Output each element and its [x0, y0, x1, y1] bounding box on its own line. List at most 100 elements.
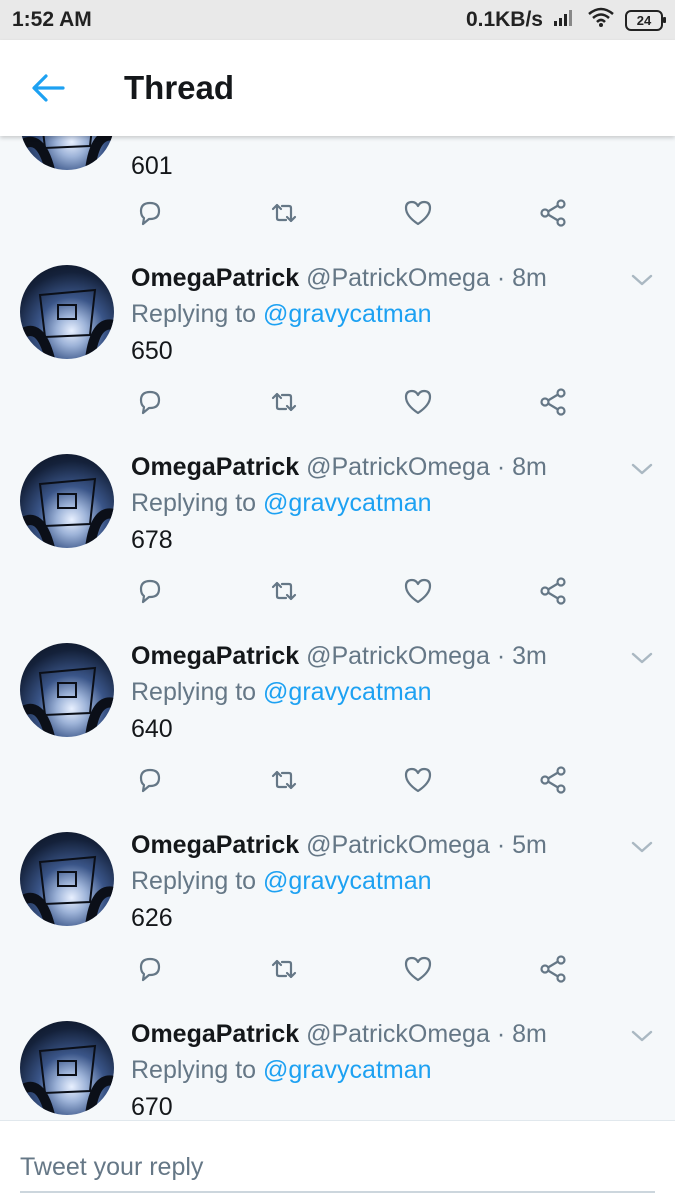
share-icon [540, 577, 566, 605]
wifi-icon [587, 7, 615, 33]
page-title: Thread [124, 69, 235, 106]
display-name[interactable]: OmegaPatrick [131, 831, 299, 859]
chevron-down-icon[interactable] [631, 840, 653, 854]
chevron-down-icon[interactable] [631, 1029, 653, 1043]
avatar[interactable] [20, 643, 114, 737]
display-name[interactable]: OmegaPatrick [131, 264, 299, 292]
like-button[interactable] [401, 196, 435, 230]
share-button[interactable] [536, 952, 570, 986]
signal-icon [553, 7, 577, 33]
tweet-time: 8m [512, 1020, 547, 1048]
avatar[interactable] [20, 265, 114, 359]
avatar[interactable] [20, 832, 114, 926]
status-bar: 1:52 AM 0.1KB/s 24 [0, 0, 675, 40]
separator-dot: · [496, 1020, 506, 1048]
reply-button[interactable] [133, 574, 167, 608]
retweet-button[interactable] [267, 385, 301, 419]
share-button[interactable] [536, 196, 570, 230]
tweet[interactable]: OmegaPatrick @PatrickOmega · 3m Replying… [0, 623, 675, 813]
share-icon [540, 199, 566, 227]
display-name[interactable]: OmegaPatrick [131, 642, 299, 670]
reply-button[interactable] [133, 196, 167, 230]
user-handle[interactable]: @PatrickOmega [306, 1020, 490, 1048]
separator-dot: · [496, 453, 506, 481]
like-button[interactable] [401, 763, 435, 797]
user-handle[interactable]: @PatrickOmega [306, 264, 490, 292]
display-name[interactable]: OmegaPatrick [131, 1020, 299, 1048]
tweet-header: OmegaPatrick @PatrickOmega · 5m [131, 830, 547, 860]
user-handle[interactable]: @PatrickOmega [306, 642, 490, 670]
battery-icon: 24 [625, 9, 666, 31]
retweet-button[interactable] [267, 574, 301, 608]
network-speed: 0.1KB/s [465, 8, 543, 31]
like-button[interactable] [401, 574, 435, 608]
separator-dot: · [496, 831, 506, 859]
retweet-button[interactable] [267, 763, 301, 797]
share-icon [540, 388, 566, 416]
tweet[interactable]: OmegaPatrick @PatrickOmega · 8m Replying… [0, 245, 675, 435]
tweet[interactable]: OmegaPatrick @PatrickOmega · 5m Replying… [0, 812, 675, 1002]
share-icon [540, 955, 566, 983]
reply-icon [139, 768, 161, 793]
mention-link[interactable]: @gravycatman [263, 1056, 432, 1084]
like-button[interactable] [401, 385, 435, 419]
share-button[interactable] [536, 574, 570, 608]
replying-to-prefix: Replying to [131, 867, 257, 895]
status-time: 1:52 AM [12, 8, 92, 31]
separator-dot: · [496, 642, 506, 670]
avatar[interactable] [20, 1021, 114, 1115]
user-handle[interactable]: @PatrickOmega [306, 831, 490, 859]
tweet-actions [131, 574, 571, 614]
tweet-text: 650 [131, 337, 173, 365]
mention-link[interactable]: @gravycatman [263, 867, 432, 895]
mention-link[interactable]: @gravycatman [263, 678, 432, 706]
reply-icon [139, 579, 161, 604]
tweet-time: 8m [512, 453, 547, 481]
chevron-down-icon[interactable] [631, 273, 653, 287]
reply-input[interactable] [20, 1143, 655, 1193]
avatar[interactable] [20, 136, 114, 170]
tweet-text: 670 [131, 1093, 173, 1120]
replying-to: Replying to @gravycatman [131, 866, 432, 896]
heart-icon [404, 389, 432, 415]
reply-button[interactable] [133, 763, 167, 797]
status-indicators: 0.1KB/s 24 [465, 7, 666, 33]
retweet-icon [271, 392, 297, 412]
retweet-icon [271, 203, 297, 223]
tweet-header: OmegaPatrick @PatrickOmega · 8m [131, 263, 547, 293]
share-icon [540, 766, 566, 794]
replying-to: Replying to @gravycatman [131, 677, 432, 707]
back-button[interactable] [0, 40, 96, 136]
reply-icon [139, 957, 161, 982]
user-handle[interactable]: @PatrickOmega [306, 453, 490, 481]
tweet-time: 3m [512, 642, 547, 670]
battery-level: 24 [636, 12, 652, 28]
chevron-down-icon[interactable] [631, 651, 653, 665]
replying-to: Replying to @gravycatman [131, 488, 432, 518]
reply-button[interactable] [133, 385, 167, 419]
chevron-down-icon[interactable] [631, 462, 653, 476]
display-name[interactable]: OmegaPatrick [131, 453, 299, 481]
retweet-button[interactable] [267, 952, 301, 986]
tweet-time: 8m [512, 264, 547, 292]
mention-link[interactable]: @gravycatman [263, 489, 432, 517]
retweet-button[interactable] [267, 196, 301, 230]
share-button[interactable] [536, 763, 570, 797]
avatar[interactable] [20, 454, 114, 548]
mention-link[interactable]: @gravycatman [263, 300, 432, 328]
tweet[interactable]: OmegaPatrick @PatrickOmega · 8m Replying… [0, 1001, 675, 1120]
tweet[interactable]: 601 [0, 136, 675, 246]
heart-icon [404, 200, 432, 226]
tweet-text: 601 [131, 152, 173, 180]
like-button[interactable] [401, 952, 435, 986]
separator-dot: · [496, 264, 506, 292]
tweet-text: 626 [131, 904, 173, 932]
share-button[interactable] [536, 385, 570, 419]
tweet-actions [131, 385, 571, 425]
thread-feed[interactable]: 601 OmegaPatrick @PatrickOmega · 8m Repl… [0, 136, 675, 1120]
reply-button[interactable] [133, 952, 167, 986]
tweet[interactable]: OmegaPatrick @PatrickOmega · 8m Replying… [0, 434, 675, 624]
replying-to-prefix: Replying to [131, 1056, 257, 1084]
tweet-actions [131, 952, 571, 992]
tweet-header: OmegaPatrick @PatrickOmega · 3m [131, 641, 547, 671]
